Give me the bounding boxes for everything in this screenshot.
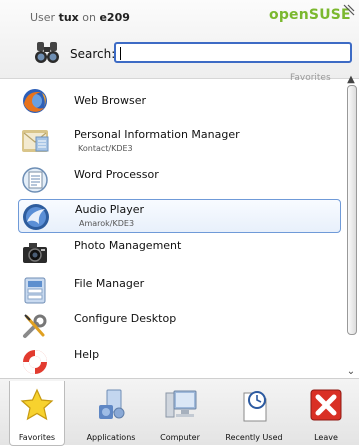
tab-label: Favorites [18, 433, 56, 442]
scroll-down-icon[interactable]: ⌄ [346, 367, 356, 377]
item-title: Web Browser [74, 94, 147, 107]
section-label: Favorites [290, 73, 331, 83]
tab-label: Applications [86, 433, 136, 442]
file-manager-icon [24, 277, 46, 304]
kickoff-menu: User tux on e209 openSUSE Search: Favori… [0, 0, 359, 446]
user-info: User tux on e209 [30, 11, 130, 24]
computer-icon [165, 390, 197, 418]
brand-open: open [269, 7, 309, 23]
search-label: Search: [70, 47, 116, 61]
favorites-scrollbar[interactable]: ▲ ⌄ [345, 75, 357, 377]
user-prefix: User [30, 11, 56, 24]
item-subtitle: Kontact/KDE3 [78, 144, 133, 153]
favorite-item-audio-player[interactable]: Audio Player Amarok/KDE3 [18, 199, 341, 233]
item-title: Word Processor [74, 168, 159, 181]
menu-header: User tux on e209 openSUSE Search: [0, 0, 359, 79]
amarok-icon [23, 204, 49, 230]
applications-icon [99, 389, 125, 419]
tab-label: Computer [160, 433, 200, 442]
text-caret [120, 47, 121, 60]
item-title: Audio Player [75, 203, 144, 216]
favorite-item-photo-management[interactable]: Photo Management [18, 236, 341, 270]
favorite-item-web-browser[interactable]: Web Browser [18, 84, 341, 118]
tab-label: Leave [314, 433, 338, 442]
favorite-item-word-processor[interactable]: Word Processor [18, 162, 341, 196]
item-title: File Manager [74, 277, 145, 290]
item-title: Configure Desktop [74, 312, 177, 325]
search-input[interactable] [114, 42, 352, 63]
hostname: e209 [99, 11, 130, 24]
favorite-item-help[interactable]: Help [18, 345, 341, 379]
favorite-item-configure-desktop[interactable]: Configure Desktop [18, 309, 341, 343]
tab-favorites[interactable]: Favorites [9, 381, 65, 446]
star-icon [20, 388, 54, 421]
clock-icon [243, 391, 267, 422]
scroll-up-icon[interactable]: ▲ [346, 75, 356, 85]
word-processor-icon [22, 167, 48, 193]
item-title: Photo Management [74, 239, 182, 252]
tab-label: Recently Used [225, 433, 283, 442]
lifebuoy-icon [23, 350, 47, 374]
opensuse-logo: openSUSE [269, 7, 351, 23]
favorite-item-pim[interactable]: Personal Information Manager Kontact/KDE… [18, 123, 341, 157]
tab-recently-used[interactable]: Recently Used [219, 381, 289, 445]
binoculars-icon [35, 42, 59, 63]
tab-computer[interactable]: Computer [152, 381, 208, 445]
camera-icon [23, 243, 47, 263]
tab-bar: Favorites Applications Computer Recently… [0, 378, 359, 446]
tab-leave[interactable]: Leave [298, 381, 354, 445]
item-subtitle: Amarok/KDE3 [79, 219, 135, 228]
leave-icon [310, 389, 342, 421]
tab-applications[interactable]: Applications [80, 381, 142, 445]
scrollbar-thumb[interactable] [347, 85, 357, 335]
resize-corner-icon[interactable] [342, 3, 356, 17]
item-title: Personal Information Manager [74, 128, 240, 141]
username: tux [58, 11, 79, 24]
item-title: Help [74, 348, 100, 361]
tools-icon [23, 314, 47, 338]
on-word: on [82, 11, 96, 24]
firefox-icon [23, 89, 47, 113]
pim-icon [22, 130, 49, 152]
favorite-item-file-manager[interactable]: File Manager [18, 273, 341, 307]
